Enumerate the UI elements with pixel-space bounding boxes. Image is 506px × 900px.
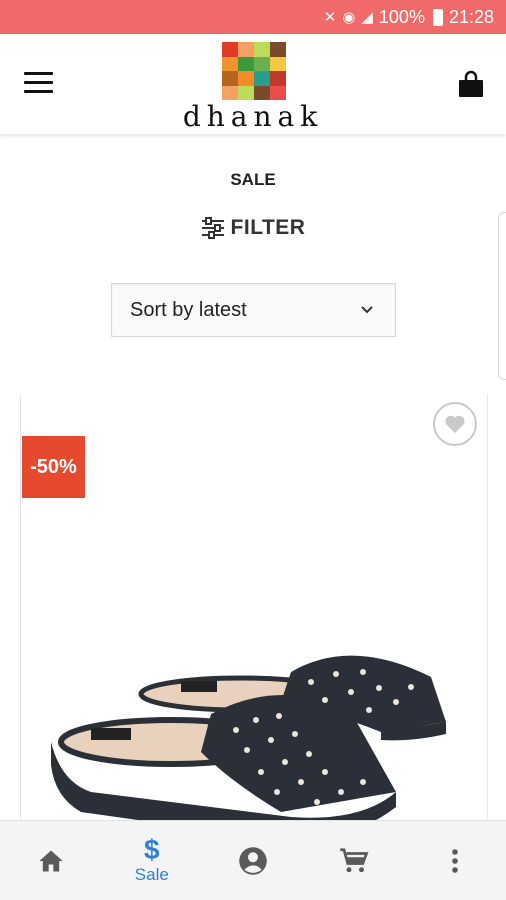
product-image-sandals[interactable] [51, 642, 451, 824]
filter-sliders-icon [201, 217, 224, 239]
nav-sale-label: Sale [134, 864, 169, 884]
nav-home[interactable] [0, 821, 101, 900]
hamburger-menu-icon[interactable] [24, 72, 53, 94]
home-icon [38, 850, 63, 871]
nav-more[interactable] [405, 821, 506, 900]
battery-percent: 100% [378, 6, 425, 27]
sort-select[interactable]: Sort by latest [111, 283, 396, 337]
nav-cart[interactable] [304, 821, 405, 900]
logo-mark[interactable] [222, 42, 286, 100]
product-card[interactable]: -50% [20, 394, 488, 824]
battery-icon [432, 8, 443, 26]
page-title: SALE [230, 170, 276, 189]
app-header: dhanak [0, 34, 506, 134]
nav-sale[interactable]: $ Sale [101, 821, 202, 900]
chevron-down-icon [361, 306, 373, 314]
filter-label: FILTER [230, 216, 306, 239]
mute-icon: ✕ [323, 9, 337, 26]
account-icon [239, 846, 267, 875]
dollar-icon: $ [144, 833, 160, 865]
status-bar: ✕ ◉ ◢ 100% 21:28 [0, 0, 506, 34]
nav-account[interactable] [202, 821, 303, 900]
wishlist-button[interactable] [433, 402, 477, 446]
shopping-bag-icon[interactable] [456, 70, 486, 100]
discount-badge: -50% [22, 436, 85, 498]
logo-text[interactable]: dhanak [182, 100, 324, 133]
heart-icon [445, 415, 465, 434]
cart-icon [340, 847, 369, 872]
side-drawer-handle[interactable] [498, 212, 506, 380]
signal-icon: ◢ [361, 9, 373, 26]
sort-selected-value: Sort by latest [130, 298, 247, 321]
filter-button[interactable]: FILTER [0, 216, 506, 240]
bottom-navigation: $ Sale [0, 820, 506, 900]
more-vertical-icon [452, 848, 459, 873]
wifi-icon: ◉ [342, 9, 356, 26]
status-time: 21:28 [448, 6, 494, 27]
